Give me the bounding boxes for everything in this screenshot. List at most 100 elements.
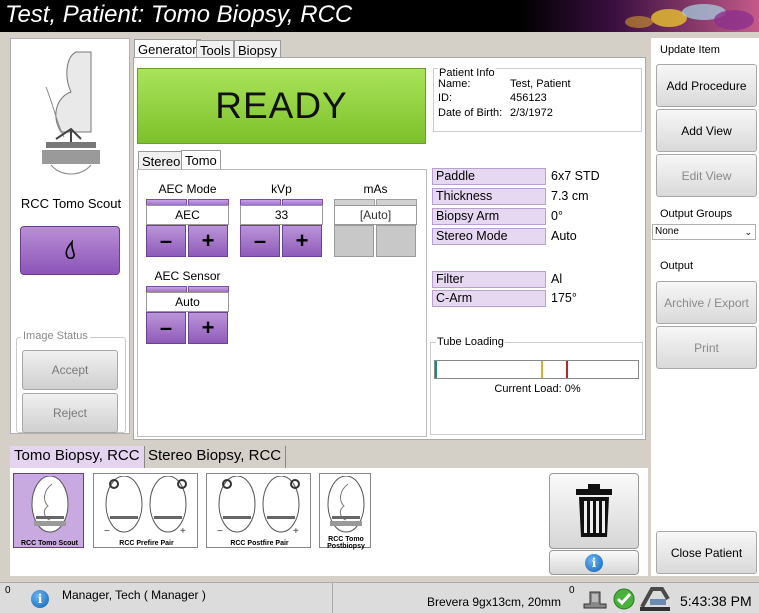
ready-status-display: READY [137, 68, 426, 144]
status-divider [332, 583, 333, 613]
tube-load-limit-marker [566, 361, 568, 378]
paddle-value: 6x7 STD [551, 169, 600, 183]
archive-export-button[interactable]: Archive / Export [656, 281, 757, 324]
add-view-button[interactable]: Add View [656, 109, 757, 152]
patient-name-value: Test, Patient [510, 78, 571, 90]
svg-text:+: + [293, 526, 299, 536]
flower-banner-image [519, 0, 759, 32]
drop-icon [65, 239, 75, 259]
paddle-info-label: Brevera 9gx13cm, 20mm [427, 595, 562, 609]
mas-value: [Auto] [334, 205, 417, 225]
patient-id-label: ID: [438, 92, 453, 104]
kvp-value: 33 [240, 205, 323, 225]
implant-toggle-button[interactable] [20, 226, 120, 275]
add-procedure-button[interactable]: Add Procedure [656, 64, 757, 107]
tab-generator[interactable]: Generator [134, 39, 201, 58]
right-sidebar: Update Item Add Procedure Add View Edit … [651, 38, 759, 576]
title-bar: Test, Patient: Tomo Biopsy, RCC [0, 0, 759, 32]
thumbnail-rcc-prefire-pair[interactable]: − + RCC Prefire Pair [93, 473, 198, 548]
reject-button[interactable]: Reject [22, 393, 118, 433]
patient-name-label: Name: [438, 78, 471, 90]
status-bar: 0 i Manager, Tech ( Manager ) Brevera 9g… [0, 582, 759, 613]
paddle-icon[interactable] [582, 588, 608, 610]
output-groups-select[interactable]: None ⌄ [652, 224, 756, 240]
tab-tomo[interactable]: Tomo [181, 150, 221, 169]
right-alert-count: 0 [569, 585, 575, 596]
output-label: Output [660, 260, 694, 272]
kvp-increment-button[interactable]: + [282, 225, 322, 257]
left-alert-count: 0 [5, 585, 11, 596]
svg-text:+: + [180, 526, 186, 536]
svg-text:−: − [104, 526, 110, 536]
tube-loading-group: Tube Loading Current Load: 0% [430, 336, 643, 435]
tube-loading-bar [434, 360, 639, 379]
thickness-value: 7.3 cm [551, 189, 589, 203]
close-patient-button[interactable]: Close Patient [656, 531, 757, 574]
tube-load-warning-marker [541, 361, 543, 378]
kvp-label: kVp [271, 182, 292, 196]
patient-dob-label: Date of Birth: [438, 107, 503, 119]
patient-dob-value: 2/3/1972 [510, 107, 553, 119]
current-load-text: Current Load: 0% [494, 383, 581, 395]
patient-id-value: 456123 [510, 92, 547, 104]
check-status-icon[interactable] [612, 587, 636, 611]
breast-view-icon [31, 476, 69, 533]
accept-button[interactable]: Accept [22, 350, 118, 390]
biopsy-arm-label: Biopsy Arm [432, 208, 546, 225]
image-status-label: Image Status [21, 330, 90, 342]
aec-sensor-label: AEC Sensor [154, 269, 221, 283]
thumbnail-label: RCC Prefire Pair [119, 540, 174, 547]
thickness-label: Thickness [432, 188, 546, 205]
chevron-down-icon: ⌄ [744, 227, 752, 237]
kvp-decrement-button[interactable]: – [240, 225, 280, 257]
tube-load-fill [435, 361, 437, 378]
c-arm-value: 175° [551, 291, 577, 305]
stereo-mode-label: Stereo Mode [432, 228, 546, 245]
update-item-label: Update Item [660, 44, 720, 56]
stereo-mode-value: Auto [551, 229, 577, 243]
thumbnail-rcc-postfire-pair[interactable]: − + RCC Postfire Pair [206, 473, 311, 548]
view-name-label: RCC Tomo Scout [20, 196, 122, 211]
patient-info-box: Patient Info Name: Test, Patient ID: 456… [433, 67, 642, 132]
thumbnail-rcc-tomo-scout[interactable]: RCC Tomo Scout [13, 473, 84, 548]
biopsy-arm-value: 0° [551, 209, 563, 223]
trash-icon [576, 484, 612, 537]
tab-tomo-biopsy-rcc[interactable]: Tomo Biopsy, RCC [10, 446, 145, 468]
view-preview-panel: RCC Tomo Scout Image Status Accept Rejec… [10, 38, 130, 434]
edit-view-button[interactable]: Edit View [656, 154, 757, 197]
svg-text:−: − [217, 526, 223, 536]
aec-sensor-value: Auto [146, 292, 229, 312]
info-icon: i [585, 553, 603, 572]
filter-label: Filter [432, 271, 546, 288]
tube-loading-header: Tube Loading [436, 336, 505, 348]
thumbnail-label: RCC Tomo Scout [20, 540, 79, 547]
breast-positioning-icon [42, 51, 100, 175]
user-label: Manager, Tech ( Manager ) [62, 588, 206, 602]
output-groups-label: Output Groups [660, 208, 733, 220]
breast-pair-icon: − + [104, 476, 187, 536]
tab-stereo-biopsy-rcc[interactable]: Stereo Biopsy, RCC [144, 446, 287, 468]
mas-increment-button [376, 225, 416, 257]
aec-mode-decrement-button[interactable]: – [146, 225, 186, 257]
print-button[interactable]: Print [656, 326, 757, 369]
thumbnail-label: RCC Tomo Postbiopsy [327, 536, 365, 550]
info-icon[interactable]: i [31, 590, 49, 608]
info-button[interactable]: i [549, 550, 639, 575]
aec-mode-value: AEC [146, 205, 229, 225]
aec-mode-label: AEC Mode [158, 182, 217, 196]
aec-mode-increment-button[interactable]: + [188, 225, 228, 257]
delete-view-button[interactable] [549, 473, 639, 549]
aec-sensor-decrement-button[interactable]: – [146, 312, 186, 344]
image-status-group: Image Status Accept Reject [16, 330, 126, 433]
tab-stereo[interactable]: Stereo [138, 151, 185, 170]
mas-label: mAs [363, 182, 388, 196]
gantry-icon[interactable] [638, 585, 672, 613]
mas-decrement-button [334, 225, 374, 257]
aec-sensor-increment-button[interactable]: + [188, 312, 228, 344]
paddle-label: Paddle [432, 168, 546, 185]
thumbnail-label: RCC Postfire Pair [230, 540, 289, 547]
clock-time: 5:43:38 PM [680, 593, 752, 609]
c-arm-label: C-Arm [432, 290, 546, 307]
thumbnail-rcc-tomo-postbiopsy[interactable]: RCC Tomo Postbiopsy [319, 473, 371, 550]
window-title: Test, Patient: Tomo Biopsy, RCC [5, 1, 353, 28]
